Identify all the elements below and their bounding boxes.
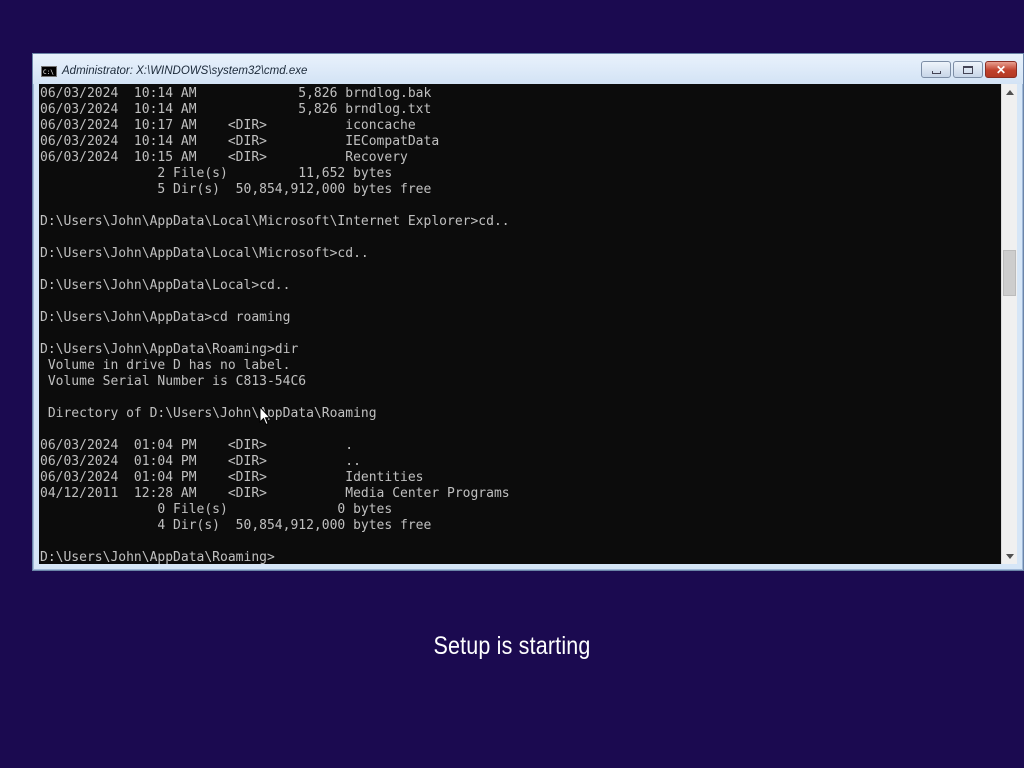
console-line: 4 Dir(s) 50,854,912,000 bytes free: [40, 518, 432, 533]
cmd-window[interactable]: C:\ Administrator: X:\WINDOWS\system32\c…: [32, 53, 1024, 571]
console-line: 2 File(s) 11,652 bytes: [40, 166, 393, 181]
console-text: 06/03/2024 10:14 AM 5,826 brndlog.bak 06…: [39, 84, 1001, 564]
console-output[interactable]: 06/03/2024 10:14 AM 5,826 brndlog.bak 06…: [39, 84, 1001, 564]
console-line: 06/03/2024 01:04 PM <DIR> .: [40, 438, 354, 453]
maximize-icon: [963, 65, 973, 74]
console-line: Directory of D:\Users\John\AppData\Roami…: [40, 406, 377, 421]
scroll-up-button[interactable]: [1002, 84, 1017, 100]
console-line: 06/03/2024 01:04 PM <DIR> Identities: [40, 470, 424, 485]
chevron-up-icon: [1005, 89, 1014, 95]
window-controls: ✕: [921, 61, 1017, 78]
chevron-down-icon: [1005, 553, 1014, 559]
close-button[interactable]: ✕: [985, 61, 1017, 78]
console-line: D:\Users\John\AppData>cd roaming: [40, 310, 291, 325]
title-bar[interactable]: C:\ Administrator: X:\WINDOWS\system32\c…: [33, 54, 1023, 84]
minimize-button[interactable]: [921, 61, 951, 78]
scroll-down-button[interactable]: [1002, 548, 1017, 564]
console-line: 06/03/2024 10:14 AM 5,826 brndlog.txt: [40, 102, 432, 117]
console-line: 06/03/2024 10:14 AM <DIR> IECompatData: [40, 134, 440, 149]
window-title: Administrator: X:\WINDOWS\system32\cmd.e…: [62, 65, 308, 77]
console-line: 06/03/2024 10:15 AM <DIR> Recovery: [40, 150, 408, 165]
setup-status-text: Setup is starting: [433, 632, 591, 660]
console-line: 06/03/2024 10:17 AM <DIR> iconcache: [40, 118, 416, 133]
console-line: D:\Users\John\AppData\Local\Microsoft>cd…: [40, 246, 369, 261]
console-line: 06/03/2024 01:04 PM <DIR> ..: [40, 454, 361, 469]
maximize-button[interactable]: [953, 61, 983, 78]
console-line: Volume Serial Number is C813-54C6: [40, 374, 307, 389]
console-line: D:\Users\John\AppData\Roaming>dir: [40, 342, 299, 357]
console-line: Volume in drive D has no label.: [40, 358, 291, 373]
console-line: 06/03/2024 10:14 AM 5,826 brndlog.bak: [40, 86, 432, 101]
minimize-icon: [931, 71, 941, 74]
console-line: 04/12/2011 12:28 AM <DIR> Media Center P…: [40, 486, 510, 501]
vertical-scrollbar[interactable]: [1001, 84, 1017, 564]
scrollbar-thumb[interactable]: [1003, 250, 1016, 296]
cmd-app-icon[interactable]: C:\: [41, 66, 57, 77]
mouse-pointer-icon: [259, 406, 271, 426]
console-line: 5 Dir(s) 50,854,912,000 bytes free: [40, 182, 432, 197]
console-line: 0 File(s) 0 bytes: [40, 502, 393, 517]
close-icon: ✕: [995, 62, 1007, 77]
console-line: D:\Users\John\AppData\Roaming>: [40, 550, 275, 564]
console-line: D:\Users\John\AppData\Local>cd..: [40, 278, 291, 293]
console-line: D:\Users\John\AppData\Local\Microsoft\In…: [40, 214, 510, 229]
